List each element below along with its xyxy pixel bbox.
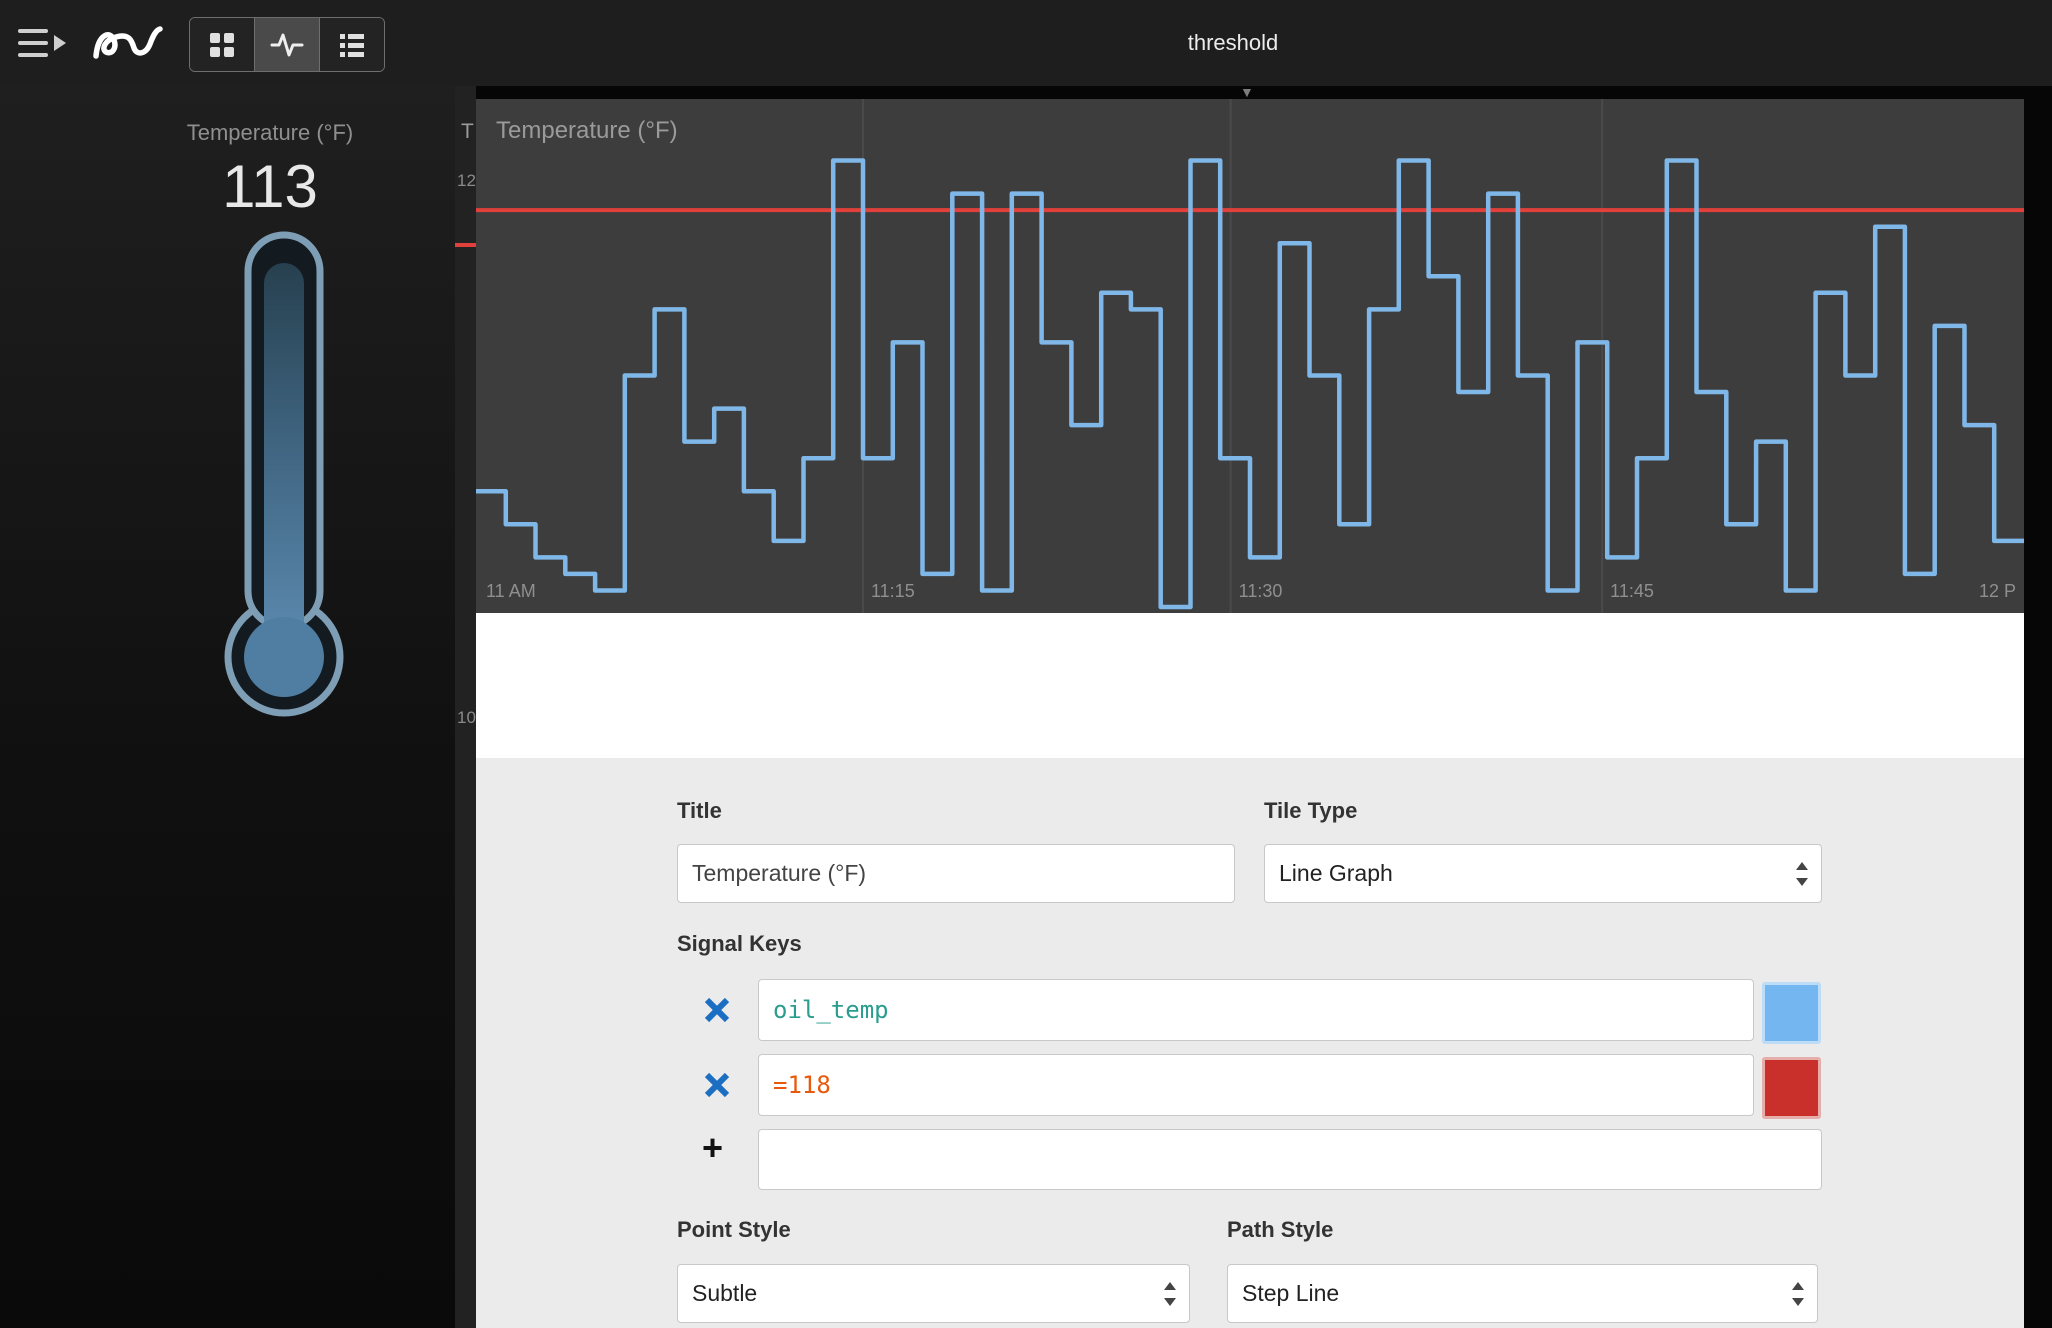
editor-toolbar xyxy=(476,613,2024,1217)
line-chart: 11 AM 11:15 11:30 11:45 12 P xyxy=(476,99,2024,613)
clipped-axis-tick: 10 xyxy=(457,708,476,727)
clipped-tile-title: T xyxy=(461,120,474,143)
svg-text:11 AM: 11 AM xyxy=(486,581,536,601)
tile-type-value: Line Graph xyxy=(1279,860,1393,886)
threshold-line-fragment xyxy=(455,243,476,247)
svg-text:12 P: 12 P xyxy=(1979,581,2016,601)
signal-key-color-swatch[interactable] xyxy=(1762,982,1821,1044)
path-style-label: Path Style xyxy=(1227,1217,1334,1242)
app-logo-icon[interactable] xyxy=(88,16,166,70)
point-style-label: Point Style xyxy=(677,1217,791,1242)
tile-editor-panel: Temperature (°F) 11 AM 11:15 11:30 11:45 12 … xyxy=(476,99,2024,1328)
view-grid-button[interactable] xyxy=(190,18,254,71)
signal-key-input[interactable] xyxy=(758,1054,1754,1116)
chart-panel: Temperature (°F) 11 AM 11:15 11:30 11:45 12 … xyxy=(476,99,2024,613)
add-key-button[interactable]: + xyxy=(702,1130,723,1166)
point-style-value: Subtle xyxy=(692,1280,758,1306)
select-arrows-icon xyxy=(1164,1281,1176,1306)
point-style-select[interactable]: Subtle xyxy=(677,1264,1190,1323)
title-input[interactable] xyxy=(677,844,1235,903)
top-bar: threshold xyxy=(0,0,2052,86)
list-icon xyxy=(340,33,364,57)
view-waveform-button[interactable] xyxy=(254,18,319,71)
tile-settings-form: Title Tile Type Line Graph Signal Keys xyxy=(476,758,2024,1328)
signal-key-color-swatch[interactable] xyxy=(1762,1057,1821,1119)
page-background: threshold ▼ Temperature (°F) 113 T 12 10 xyxy=(0,0,2052,1328)
grid-icon xyxy=(210,32,234,57)
background-tile-edge: T 12 10 xyxy=(455,86,476,1328)
svg-text:11:45: 11:45 xyxy=(1610,581,1654,601)
waveform-icon xyxy=(270,33,304,56)
signal-keys-label: Signal Keys xyxy=(677,931,802,956)
new-signal-key-input[interactable] xyxy=(758,1129,1822,1190)
hamburger-icon xyxy=(18,29,66,57)
thermometer-icon xyxy=(224,231,344,717)
dashboard-title: threshold xyxy=(1187,30,1279,55)
path-style-value: Step Line xyxy=(1242,1280,1340,1306)
temperature-gauge-tile[interactable]: Temperature (°F) 113 xyxy=(0,86,455,1328)
chart-title: Temperature (°F) xyxy=(496,117,678,144)
svg-text:11:30: 11:30 xyxy=(1239,581,1283,601)
caret-down-icon[interactable]: ▼ xyxy=(1240,85,1254,99)
tile-type-label: Tile Type xyxy=(1264,798,1358,823)
svg-text:11:15: 11:15 xyxy=(871,581,915,601)
remove-key-button[interactable] xyxy=(704,997,730,1023)
title-label: Title xyxy=(677,798,722,823)
signal-key-input[interactable] xyxy=(758,979,1754,1041)
tile-type-select[interactable]: Line Graph xyxy=(1264,844,1822,903)
view-toggle-group xyxy=(189,17,385,72)
remove-key-button[interactable] xyxy=(704,1072,730,1098)
select-arrows-icon xyxy=(1792,1281,1804,1306)
clipped-axis-tick: 12 xyxy=(457,171,476,190)
sidebar-menu-button[interactable] xyxy=(16,23,70,63)
view-list-button[interactable] xyxy=(319,18,384,71)
path-style-select[interactable]: Step Line xyxy=(1227,1264,1818,1323)
select-arrows-icon xyxy=(1796,861,1808,886)
